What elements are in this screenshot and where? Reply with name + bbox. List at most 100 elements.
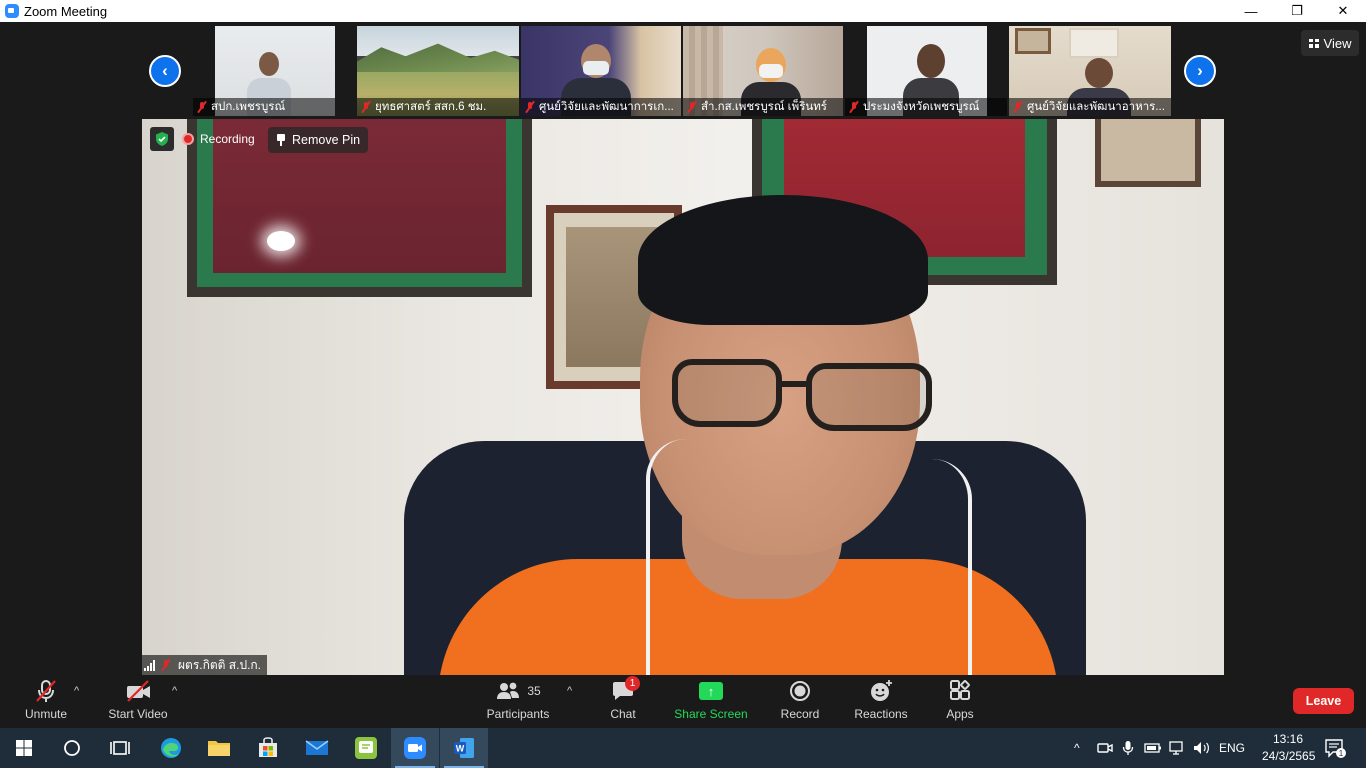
- participant-name: ประมงจังหวัดเพชรบูรณ์: [863, 101, 980, 113]
- audio-options-caret-icon[interactable]: ^: [74, 685, 79, 697]
- chat-label: Chat: [610, 707, 636, 721]
- restore-button[interactable]: ❐: [1274, 0, 1320, 22]
- participant-name: สำ.กส.เพชรบูรณ์ เพ็รินทร์: [701, 101, 827, 113]
- chevron-left-icon: ‹: [162, 61, 168, 80]
- edge-browser-icon[interactable]: [147, 728, 195, 768]
- meeting-stage: ‹ สปก.เพชรบูรณ์ ยุทธศาสตร์ สสก.6 ชม. ศูน…: [0, 22, 1366, 676]
- participant-name-bar: ยุทธศาสตร์ สสก.6 ชม.: [357, 98, 519, 116]
- chat-icon: 1: [603, 676, 643, 706]
- view-button-label: View: [1323, 35, 1352, 51]
- reactions-button[interactable]: Reactions: [851, 676, 911, 728]
- share-screen-button[interactable]: ↑ Share Screen: [672, 676, 750, 728]
- mic-muted-icon: [33, 676, 59, 706]
- record-icon: [789, 676, 811, 706]
- video-options-caret-icon[interactable]: ^: [172, 685, 177, 697]
- mic-muted-icon: [197, 101, 207, 113]
- windows-start-icon[interactable]: [0, 728, 48, 768]
- network-icon[interactable]: [1169, 728, 1187, 768]
- start-video-button[interactable]: Start Video: [104, 676, 172, 728]
- security-shield-icon[interactable]: [150, 127, 174, 151]
- meet-now-icon[interactable]: [1097, 728, 1113, 768]
- participant-thumbnail[interactable]: สำ.กส.เพชรบูรณ์ เพ็รินทร์: [683, 26, 843, 116]
- close-button[interactable]: ✕: [1320, 0, 1366, 22]
- recording-indicator[interactable]: Recording: [182, 129, 255, 149]
- apps-label: Apps: [946, 707, 974, 721]
- mail-icon[interactable]: [293, 728, 341, 768]
- pin-icon: [276, 134, 286, 146]
- participant-name: ศูนย์วิจัยและพัฒนาการเก...: [539, 101, 674, 113]
- input-language-indicator[interactable]: ENG: [1219, 728, 1245, 768]
- clock-date: 24/3/2565: [1262, 749, 1316, 763]
- file-explorer-icon[interactable]: [195, 728, 243, 768]
- remove-pin-button[interactable]: Remove Pin: [268, 127, 369, 153]
- microsoft-store-icon[interactable]: [244, 728, 292, 768]
- main-speaker-video[interactable]: Recording Remove Pin ผตร.กิตติ ส.ป.ก.: [142, 119, 1224, 675]
- apps-button[interactable]: Apps: [940, 676, 980, 728]
- view-button[interactable]: View: [1301, 30, 1359, 56]
- taskbar-clock[interactable]: 13:16 24/3/2565: [1262, 731, 1316, 765]
- participant-name-bar: สปก.เพชรบูรณ์: [193, 98, 335, 116]
- word-taskbar-icon[interactable]: W: [440, 728, 488, 768]
- participant-thumbnail[interactable]: สปก.เพชรบูรณ์: [193, 26, 335, 116]
- participant-name-bar: ประมงจังหวัดเพชรบูรณ์: [845, 98, 1007, 116]
- apps-icon: [949, 676, 971, 706]
- reactions-label: Reactions: [854, 707, 908, 721]
- connection-signal-icon: [144, 659, 155, 671]
- participant-thumbnail[interactable]: ประมงจังหวัดเพชรบูรณ์: [845, 26, 1007, 116]
- share-screen-icon: ↑: [699, 676, 723, 706]
- previous-page-button[interactable]: ‹: [149, 55, 181, 87]
- participant-name-bar: สำ.กส.เพชรบูรณ์ เพ็รินทร์: [683, 98, 843, 116]
- mic-muted-icon: [525, 101, 535, 113]
- task-view-icon[interactable]: [96, 728, 144, 768]
- window-title: Zoom Meeting: [24, 3, 108, 19]
- remove-pin-label: Remove Pin: [292, 133, 361, 147]
- participant-name: ยุทธศาสตร์ สสก.6 ชม.: [375, 101, 487, 113]
- record-button[interactable]: Record: [776, 676, 824, 728]
- title-bar: Zoom Meeting — ❐ ✕: [0, 0, 1366, 22]
- line-app-icon[interactable]: [342, 728, 390, 768]
- minimize-button[interactable]: —: [1228, 0, 1274, 22]
- mic-muted-icon: [849, 101, 859, 113]
- mic-muted-icon: [361, 101, 371, 113]
- chat-button[interactable]: 1 Chat: [603, 676, 643, 728]
- search-circle-icon[interactable]: [48, 728, 96, 768]
- participant-name: สปก.เพชรบูรณ์: [211, 101, 286, 113]
- chevron-right-icon: ›: [1197, 61, 1203, 80]
- recording-dot-icon: [182, 133, 194, 145]
- record-label: Record: [780, 707, 820, 721]
- share-screen-label: Share Screen: [674, 707, 748, 721]
- participants-button[interactable]: 35 Participants: [484, 676, 552, 728]
- volume-icon[interactable]: [1193, 728, 1211, 768]
- zoom-app-icon: [5, 4, 19, 18]
- participant-name-bar: ศูนย์วิจัยและพัฒนาอาหาร...: [1009, 98, 1171, 116]
- gallery-grid-icon: [1308, 38, 1319, 48]
- zoom-taskbar-icon[interactable]: [391, 728, 439, 768]
- speaker-name-bar: ผตร.กิตติ ส.ป.ก.: [142, 655, 267, 675]
- chat-unread-badge: 1: [625, 676, 640, 691]
- speaker-name: ผตร.กิตติ ส.ป.ก.: [178, 657, 261, 672]
- mic-muted-icon: [687, 101, 697, 113]
- svg-text:W: W: [456, 744, 465, 754]
- notification-center-icon[interactable]: 1: [1324, 728, 1346, 768]
- meeting-toolbar: Unmute ^ Start Video ^ 35 Participants ^…: [0, 676, 1366, 728]
- windows-taskbar: W ^ ENG 13:16 24/3/2565 1: [0, 728, 1366, 768]
- clock-time: 13:16: [1272, 732, 1304, 746]
- video-off-icon: [124, 676, 152, 706]
- participants-icon: 35: [495, 676, 541, 706]
- next-page-button[interactable]: ›: [1184, 55, 1216, 87]
- participant-name: ศูนย์วิจัยและพัฒนาอาหาร...: [1027, 101, 1165, 113]
- unmute-label: Unmute: [24, 707, 68, 721]
- mic-muted-icon: [161, 659, 171, 671]
- participant-thumbnail[interactable]: ศูนย์วิจัยและพัฒนาอาหาร...: [1009, 26, 1171, 116]
- participant-thumbnail[interactable]: ยุทธศาสตร์ สสก.6 ชม.: [357, 26, 519, 116]
- unmute-button[interactable]: Unmute: [20, 676, 72, 728]
- battery-icon[interactable]: [1144, 728, 1162, 768]
- leave-button[interactable]: Leave: [1293, 688, 1354, 714]
- window-controls: — ❐ ✕: [1228, 0, 1366, 22]
- participant-thumbnail[interactable]: ศูนย์วิจัยและพัฒนาการเก...: [521, 26, 681, 116]
- participants-options-caret-icon[interactable]: ^: [567, 685, 572, 697]
- show-hidden-icons-caret-icon[interactable]: ^: [1074, 728, 1080, 768]
- microphone-icon[interactable]: [1122, 728, 1134, 768]
- smiley-plus-icon: [869, 676, 893, 706]
- mic-muted-icon: [1013, 101, 1023, 113]
